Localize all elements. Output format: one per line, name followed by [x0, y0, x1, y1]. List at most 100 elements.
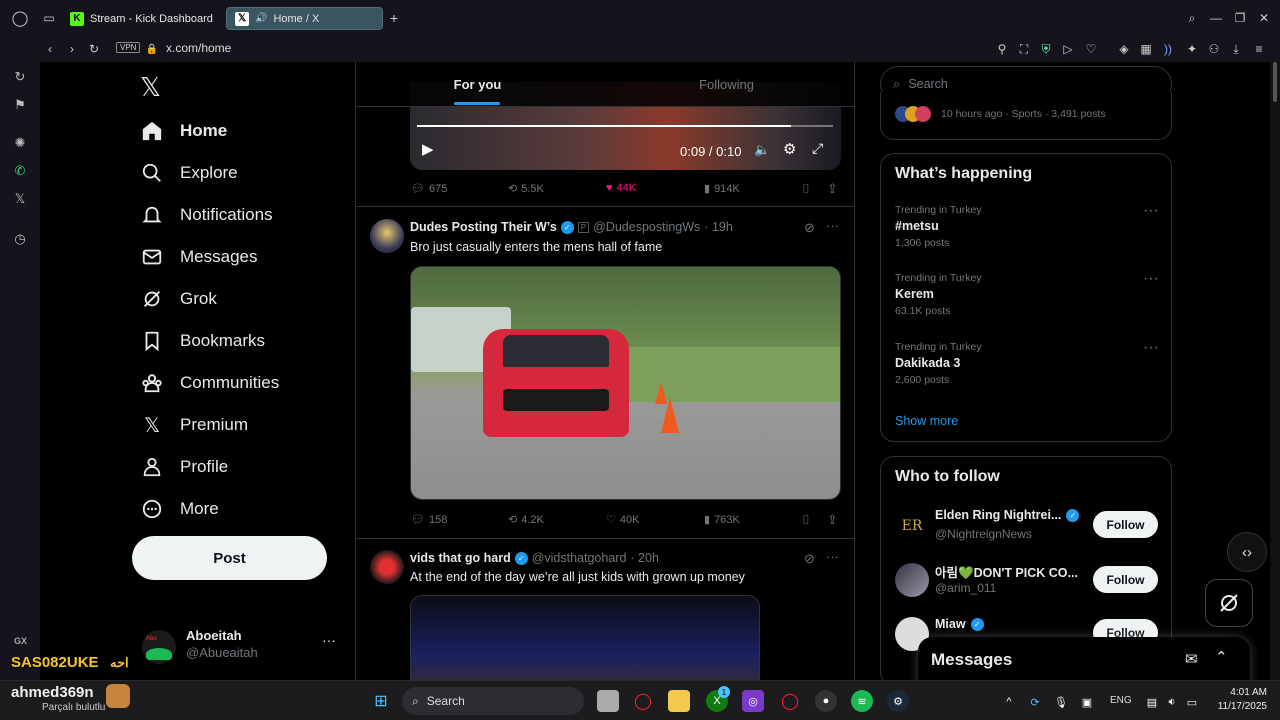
expand-icon[interactable]: ⌃	[1215, 648, 1228, 666]
tweet-author-name[interactable]: vids that go hard	[410, 551, 511, 565]
forward-icon[interactable]: ›	[64, 41, 80, 57]
audio-icon[interactable]: ))	[1160, 41, 1176, 57]
qr-icon[interactable]: ▦	[1138, 41, 1154, 57]
tab-islands-icon[interactable]: ▭	[41, 10, 57, 26]
tweet-author-name[interactable]: Dudes Posting Their W’s	[410, 220, 557, 234]
fullscreen-icon[interactable]: ⤢	[812, 140, 823, 157]
new-tab-icon[interactable]: +	[386, 10, 402, 26]
follow-button[interactable]: Follow	[1093, 511, 1158, 538]
pin-icon[interactable]: ⚲	[994, 41, 1010, 57]
aria-icon[interactable]: ⚑	[11, 96, 29, 114]
opera-gx-icon[interactable]: ◯	[632, 690, 654, 712]
x-side-icon[interactable]: 𝕏	[11, 190, 29, 208]
account-avatar[interactable]: Abo	[142, 630, 176, 664]
mic-icon[interactable]: 🎙︎	[1050, 691, 1072, 713]
nav-grok[interactable]: Grok	[140, 284, 217, 314]
nav-communities[interactable]: Communities	[140, 368, 279, 398]
speaker-icon[interactable]: 🔊	[255, 13, 267, 24]
whatsapp-icon[interactable]: ✆	[11, 162, 29, 180]
network-icon[interactable]: ▤	[1141, 691, 1163, 713]
download-icon[interactable]: ⤓	[1228, 41, 1244, 57]
tweet-handle[interactable]: @DudespostingWs	[593, 220, 700, 234]
grok-icon[interactable]: ⊘	[804, 220, 815, 236]
taskbar-search[interactable]: ⌕ Search	[402, 687, 584, 715]
windows-start-icon[interactable]: ⊞	[370, 690, 392, 712]
suggestion-name[interactable]: Miaw	[935, 617, 966, 631]
menu-icon[interactable]: ≡	[1251, 41, 1267, 57]
new-message-icon[interactable]: ✉	[1185, 650, 1198, 668]
views-stat[interactable]: ▮ 763K	[704, 513, 740, 527]
more-icon[interactable]: ···	[1143, 202, 1159, 220]
compose-floating-icon[interactable]: ‹›	[1227, 532, 1267, 572]
volume-icon[interactable]: 🔉︎	[1161, 691, 1183, 713]
tweet-media[interactable]	[410, 266, 841, 500]
chatgpt-icon[interactable]: ✺	[11, 134, 29, 152]
minimize-icon[interactable]: —	[1208, 10, 1224, 26]
heart-icon[interactable]: ♡	[1083, 41, 1099, 57]
account-icon[interactable]: ⚇	[1206, 41, 1222, 57]
news-card[interactable]: 10 hours ago · Sports · 3,491 posts	[880, 92, 1172, 140]
trend-item[interactable]: Trending in Turkey Kerem 63.1K posts	[895, 272, 982, 317]
url-field[interactable]: x.com/home	[166, 41, 231, 55]
repost-stat[interactable]: ⟲ 4.2K	[508, 513, 544, 527]
share-icon[interactable]: ⇪	[827, 512, 838, 528]
app-icon[interactable]: ◎	[742, 690, 764, 712]
suggestion-name[interactable]: Elden Ring Nightrei...	[935, 508, 1061, 522]
tab-home-x[interactable]: 𝕏 🔊 Home / X	[226, 7, 383, 30]
volume-icon[interactable]: 🔈	[754, 142, 770, 158]
chevron-up-icon[interactable]: ^	[998, 691, 1020, 713]
tweet-time[interactable]: · 20h	[630, 551, 659, 565]
back-icon[interactable]: ‹	[42, 41, 58, 57]
share-icon[interactable]: ⇪	[827, 181, 838, 197]
suggestion-name[interactable]: 아림💚DON'T PICK CO...	[935, 562, 1078, 581]
show-more-link[interactable]: Show more	[895, 414, 958, 428]
refresh-side-icon[interactable]: ↻	[11, 68, 29, 86]
trend-item[interactable]: Trending in Turkey #metsu 1,306 posts	[895, 204, 982, 249]
language-indicator[interactable]: ENG	[1110, 695, 1132, 706]
opera-icon[interactable]: ◯	[779, 690, 801, 712]
bookmark-icon[interactable]: ⌷	[802, 512, 810, 528]
tweet-time[interactable]: · 19h	[704, 220, 733, 234]
trend-item[interactable]: Trending in Turkey Dakikada 3 2,600 post…	[895, 341, 982, 386]
shield-icon[interactable]: ⛨	[1038, 41, 1054, 57]
puzzle-icon[interactable]: ✦	[1184, 41, 1200, 57]
reply-stat[interactable]: 💬︎ 158	[411, 513, 447, 527]
account-menu-icon[interactable]: ···	[322, 632, 336, 648]
tab-for-you[interactable]: For you	[356, 62, 599, 107]
file-explorer-icon[interactable]	[668, 690, 690, 712]
more-icon[interactable]: ···	[826, 549, 839, 564]
video-progress-track[interactable]	[417, 125, 833, 127]
like-stat[interactable]: ♥ 44K	[606, 182, 636, 194]
more-icon[interactable]: ···	[826, 218, 839, 233]
follow-button[interactable]: Follow	[1093, 566, 1158, 593]
opera-logo-icon[interactable]: ◯	[12, 10, 29, 27]
more-icon[interactable]: ···	[1143, 270, 1159, 288]
nav-notifications[interactable]: Notifications	[140, 200, 273, 230]
clock-date[interactable]: 11/17/2025	[1207, 701, 1267, 712]
clock-time[interactable]: 4:01 AM	[1207, 687, 1267, 698]
tweet-media[interactable]	[410, 595, 760, 680]
nav-home[interactable]: Home	[140, 116, 227, 146]
views-stat[interactable]: ▮ 914K	[704, 182, 740, 196]
nav-messages[interactable]: Messages	[140, 242, 257, 272]
screen-icon[interactable]: ▣	[1076, 691, 1098, 713]
avatar[interactable]: ER	[895, 509, 929, 543]
extension-icon[interactable]: ◈	[1116, 41, 1132, 57]
battery-icon[interactable]: ▭	[1181, 691, 1203, 713]
avatar[interactable]	[895, 563, 929, 597]
play-icon[interactable]: ▷	[1060, 41, 1076, 57]
spotify-icon[interactable]: ≋	[851, 690, 873, 712]
tab-kick-dashboard[interactable]: K Stream - Kick Dashboard	[62, 7, 222, 30]
tab-following[interactable]: Following	[605, 62, 848, 107]
avatar[interactable]	[370, 550, 404, 584]
vpn-badge[interactable]: VPN	[116, 42, 141, 53]
nav-bookmarks[interactable]: Bookmarks	[140, 326, 265, 356]
messages-drawer[interactable]: Messages ✉ ⌃	[918, 637, 1250, 680]
sync-icon[interactable]: ⟳	[1024, 691, 1046, 713]
nav-premium[interactable]: 𝕏 Premium	[140, 410, 248, 440]
steam-icon[interactable]: ⚙	[887, 690, 909, 712]
page-scrollbar[interactable]	[1270, 62, 1280, 680]
task-view-icon[interactable]	[597, 690, 619, 712]
weather-name[interactable]: ahmed369n	[11, 684, 94, 701]
avatar[interactable]	[370, 219, 404, 253]
